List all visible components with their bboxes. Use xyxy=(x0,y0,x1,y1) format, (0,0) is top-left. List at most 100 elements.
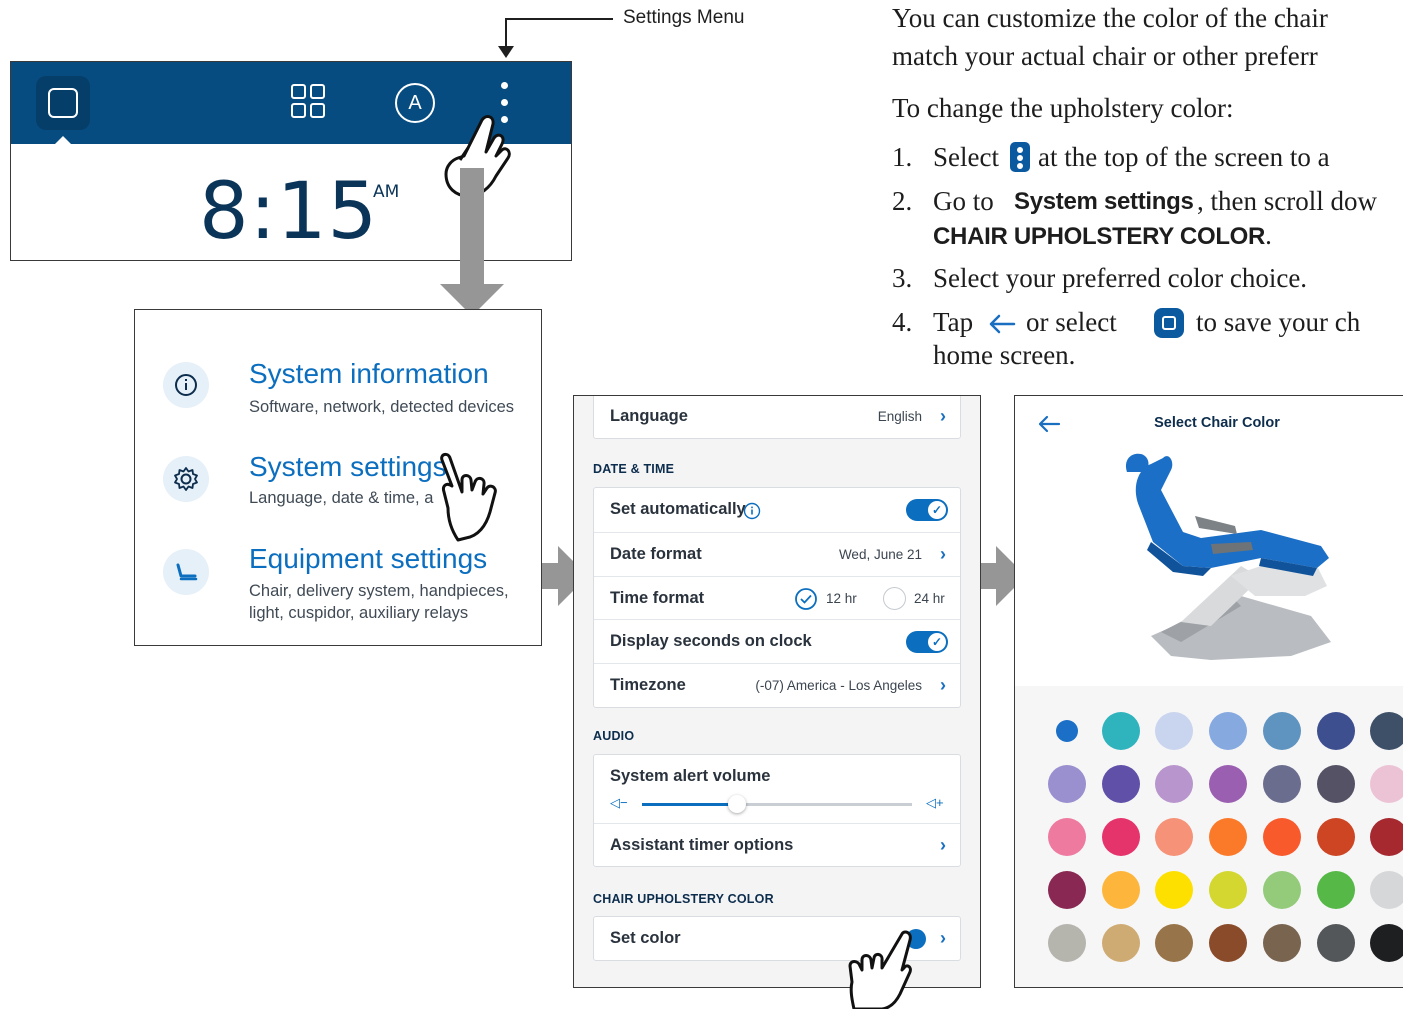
chair-preview-area: Select Chair Color xyxy=(1015,396,1403,686)
color-swatch[interactable] xyxy=(1370,765,1403,803)
chevron-right-icon: › xyxy=(940,675,946,695)
step-text: Select xyxy=(933,142,999,172)
step-1: 1. Select at the top of the screen to a xyxy=(892,142,1330,173)
color-swatch[interactable] xyxy=(1155,871,1194,909)
color-swatch[interactable] xyxy=(1262,712,1301,750)
color-swatch[interactable] xyxy=(1316,871,1355,909)
info-icon[interactable] xyxy=(743,502,761,520)
info-icon xyxy=(163,362,209,408)
row-label: Date format xyxy=(610,545,702,563)
color-swatch[interactable] xyxy=(1048,818,1086,856)
check-icon: ✓ xyxy=(928,633,946,651)
color-swatch[interactable] xyxy=(1155,765,1194,803)
menu-item-title: Equipment settings xyxy=(249,543,488,574)
user-avatar[interactable]: A xyxy=(395,83,435,123)
row-label: Language xyxy=(610,407,688,425)
kebab-dot xyxy=(501,99,508,106)
color-swatch[interactable] xyxy=(1316,712,1355,750)
gear-icon xyxy=(163,456,209,502)
menu-item-subtitle: Language, date & time, a xyxy=(249,489,434,507)
lead-text: To change the upholstery color: xyxy=(892,93,1234,123)
row-value: English xyxy=(877,409,922,424)
row-label: Display seconds on clock xyxy=(610,632,812,650)
display-seconds-toggle[interactable]: ✓ xyxy=(906,631,948,653)
display-seconds-row: Display seconds on clock ✓ xyxy=(594,619,960,663)
color-swatch[interactable] xyxy=(1101,871,1140,909)
color-swatch[interactable] xyxy=(1370,712,1403,750)
menu-item-title: System settings xyxy=(249,451,447,482)
chair-icon xyxy=(163,549,209,595)
language-card: Language English › xyxy=(593,396,961,439)
color-swatch[interactable] xyxy=(1370,924,1403,962)
apps-grid-icon[interactable] xyxy=(291,84,329,122)
color-swatch[interactable] xyxy=(1209,818,1248,856)
volume-up-icon[interactable]: ◁+ xyxy=(926,795,944,811)
step-text: or select xyxy=(1026,307,1117,337)
section-header: AUDIO xyxy=(593,729,635,743)
tap-hand-icon xyxy=(848,930,912,1009)
color-swatch[interactable] xyxy=(1155,818,1194,856)
menu-item-subtitle: Chair, delivery system, handpieces, xyxy=(249,582,509,600)
chevron-right-icon: › xyxy=(940,406,946,426)
color-swatch[interactable] xyxy=(1370,871,1403,909)
step-2-cont: CHAIR UPHOLSTERY COLOR. xyxy=(933,220,1272,251)
step-2: 2. Go to System settings , then scroll d… xyxy=(892,186,1377,217)
date-format-row[interactable]: Date format Wed, June 21 › xyxy=(594,532,960,576)
timezone-row[interactable]: Timezone (-07) America - Los Angeles › xyxy=(594,663,960,707)
color-swatch[interactable] xyxy=(1048,924,1086,962)
step-text: Tap xyxy=(933,307,974,337)
color-swatch[interactable] xyxy=(1155,712,1194,750)
clock-time: 8:15 xyxy=(199,167,379,257)
radio-24hr[interactable] xyxy=(883,587,906,610)
alert-volume-row: System alert volume ◁− ◁+ xyxy=(594,755,960,823)
color-swatch[interactable] xyxy=(1101,765,1140,803)
section-header: DATE & TIME xyxy=(593,462,675,476)
section-header: CHAIR UPHOLSTERY COLOR xyxy=(593,892,774,906)
row-label: System alert volume xyxy=(610,767,771,785)
color-swatch[interactable] xyxy=(1209,765,1248,803)
volume-slider-thumb[interactable] xyxy=(727,795,746,813)
step-bold-text: CHAIR UPHOLSTERY COLOR xyxy=(933,223,1266,250)
color-swatch[interactable] xyxy=(1155,924,1194,962)
color-swatch[interactable] xyxy=(1101,712,1140,750)
date-time-card: Set automatically ✓ Date format Wed, Jun… xyxy=(593,487,961,708)
home-button[interactable] xyxy=(36,76,90,130)
color-swatch[interactable] xyxy=(1209,712,1248,750)
assistant-timer-row[interactable]: Assistant timer options › xyxy=(594,823,960,867)
color-swatch[interactable] xyxy=(1209,871,1248,909)
color-swatch[interactable] xyxy=(1101,818,1140,856)
color-swatch[interactable] xyxy=(1209,924,1248,962)
volume-slider-track[interactable] xyxy=(642,795,912,813)
radio-12hr-selected[interactable] xyxy=(794,587,818,611)
radio-label: 12 hr xyxy=(826,591,857,606)
volume-down-icon[interactable]: ◁− xyxy=(610,795,628,811)
row-label: Set color xyxy=(610,929,681,947)
color-swatch[interactable] xyxy=(1316,765,1355,803)
color-swatch[interactable] xyxy=(1316,924,1355,962)
color-swatch[interactable] xyxy=(1101,924,1140,962)
chair-color-panel: Select Chair Color xyxy=(1014,395,1403,988)
chevron-right-icon: › xyxy=(940,544,946,564)
color-swatch[interactable] xyxy=(1048,871,1086,909)
home-icon xyxy=(48,88,78,118)
clock-ampm: AM xyxy=(373,182,400,202)
step-text: to save your ch xyxy=(1196,307,1361,337)
chevron-right-icon: › xyxy=(940,835,946,855)
color-swatch[interactable] xyxy=(1316,818,1355,856)
step-3: 3. Select your preferred color choice. xyxy=(892,263,1307,294)
color-swatch[interactable] xyxy=(1370,818,1403,856)
callout-line xyxy=(505,18,507,48)
step-text: . xyxy=(1265,220,1272,250)
step-number: 2. xyxy=(892,186,913,216)
set-automatically-toggle[interactable]: ✓ xyxy=(906,499,948,521)
color-swatch-selected[interactable] xyxy=(1056,720,1078,742)
color-swatch[interactable] xyxy=(1262,871,1301,909)
color-swatch[interactable] xyxy=(1262,924,1301,962)
color-swatch[interactable] xyxy=(1048,765,1086,803)
check-icon: ✓ xyxy=(928,501,946,519)
step-number: 3. xyxy=(892,263,913,293)
color-swatch[interactable] xyxy=(1262,818,1301,856)
radio-label: 24 hr xyxy=(914,591,945,606)
language-row[interactable]: Language English › xyxy=(594,396,960,438)
color-swatch[interactable] xyxy=(1262,765,1301,803)
